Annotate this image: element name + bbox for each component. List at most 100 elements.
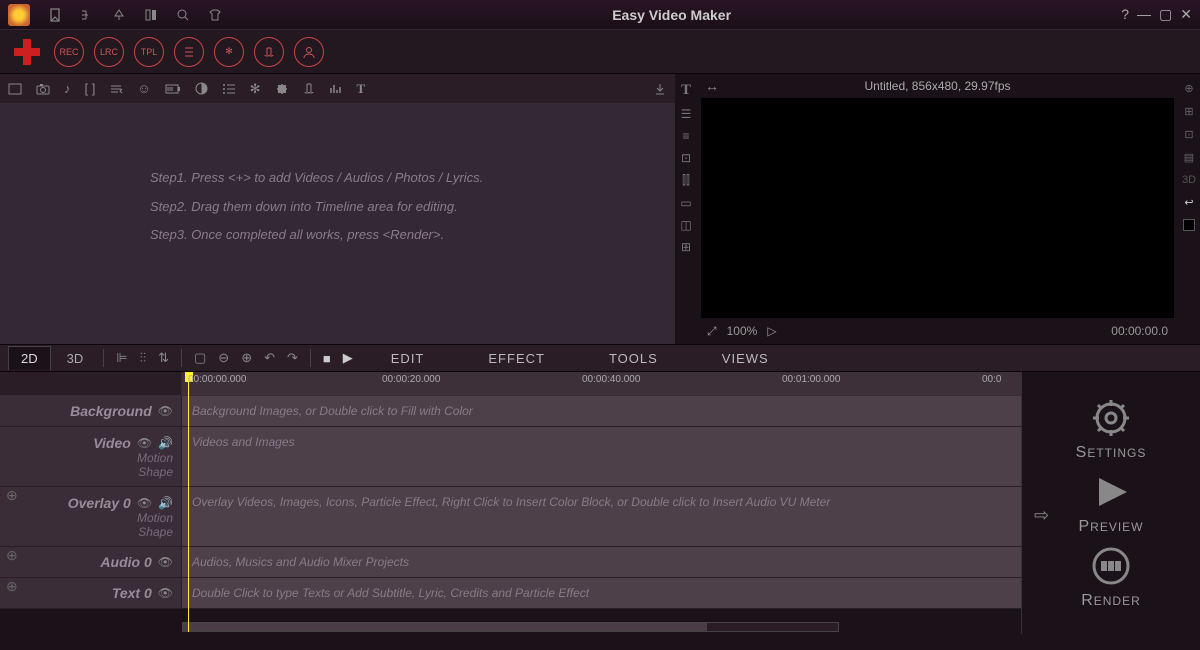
track-label[interactable]: Text 0👁: [0, 578, 182, 608]
text-tool-icon[interactable]: T: [681, 82, 691, 99]
track-label[interactable]: Background👁: [0, 396, 182, 426]
rect-icon[interactable]: [8, 83, 22, 95]
play-preview-button[interactable]: ▷: [767, 324, 776, 338]
stop-button[interactable]: ■: [319, 351, 335, 366]
expand-panel-icon[interactable]: ⇨: [1034, 505, 1049, 526]
brackets-icon[interactable]: [ ]: [85, 81, 96, 96]
track-label[interactable]: Overlay 0👁🔊 Motion Shape: [0, 487, 182, 546]
timeline-scrollbar[interactable]: [0, 620, 1021, 634]
grid-icon[interactable]: ⊞: [681, 240, 691, 254]
music2-icon[interactable]: [303, 82, 315, 96]
grid-view-icon[interactable]: ⫶⫶: [136, 350, 151, 366]
search-icon[interactable]: [176, 8, 190, 22]
speaker-icon[interactable]: 🔊: [158, 496, 173, 510]
add-track-icon[interactable]: ⊕: [6, 547, 18, 564]
up-icon[interactable]: [112, 8, 126, 22]
center-icon[interactable]: ⊡: [1184, 128, 1193, 141]
3d-toggle[interactable]: 3D: [1182, 174, 1196, 186]
camera-icon[interactable]: [36, 83, 50, 95]
media-bin[interactable]: Step1. Press <+> to add Videos / Audios …: [0, 104, 675, 344]
shirt-icon[interactable]: [208, 8, 222, 22]
settings-button[interactable]: SETTINGS: [1076, 396, 1147, 462]
preview-screen[interactable]: [701, 98, 1174, 318]
eye-icon[interactable]: 👁: [137, 496, 152, 510]
contrast-icon[interactable]: [195, 82, 208, 95]
eye-icon[interactable]: 👁: [158, 586, 173, 600]
add-track-icon[interactable]: ⊕: [6, 487, 18, 504]
track-label[interactable]: Audio 0👁: [0, 547, 182, 577]
music-button[interactable]: [254, 37, 284, 67]
fit-icon[interactable]: ▢: [190, 350, 210, 366]
render-button[interactable]: RENDER: [1081, 544, 1141, 610]
record-button[interactable]: REC: [54, 37, 84, 67]
track-content[interactable]: Audios, Musics and Audio Mixer Projects: [182, 547, 1021, 577]
download-icon[interactable]: [653, 82, 667, 96]
effect-button[interactable]: ✻: [214, 37, 244, 67]
ruler-mark: 00:00:00.000: [188, 374, 246, 385]
eye-icon[interactable]: 👁: [158, 404, 173, 418]
snap-icon[interactable]: ⊕: [1184, 82, 1193, 95]
menu-tools[interactable]: TOOLS: [579, 351, 688, 366]
smile-icon[interactable]: ☺: [137, 81, 150, 96]
lines-icon[interactable]: [109, 83, 123, 95]
eye-icon[interactable]: 👁: [158, 555, 173, 569]
grid2-icon[interactable]: ⊞: [1184, 105, 1193, 118]
zoom-in-icon[interactable]: ⊕: [237, 350, 256, 366]
speaker-icon[interactable]: 🔊: [158, 436, 173, 450]
scrollbar-thumb[interactable]: [183, 623, 707, 631]
tree-icon[interactable]: [80, 8, 94, 22]
add-track-icon[interactable]: ⊕: [6, 578, 18, 595]
preview-right-tools: ⊕ ⊞ ⊡ ▤ 3D ↩: [1178, 74, 1200, 344]
lyrics-button[interactable]: LRC: [94, 37, 124, 67]
menu-edit[interactable]: EDIT: [361, 351, 455, 366]
marquee-icon[interactable]: ◫: [680, 218, 691, 232]
menu-views[interactable]: VIEWS: [692, 351, 799, 366]
align-left-icon[interactable]: ⊫: [112, 350, 131, 366]
redo-icon[interactable]: ↷: [283, 350, 302, 366]
resize-icon[interactable]: ↔: [705, 78, 719, 94]
flower-icon[interactable]: ✻: [250, 81, 261, 97]
equalizer-icon[interactable]: [329, 83, 343, 95]
layers-icon[interactable]: ≡: [682, 129, 689, 143]
zoom-out-icon[interactable]: ⊖: [214, 350, 233, 366]
tab-3d[interactable]: 3D: [55, 347, 96, 370]
bookmark-icon[interactable]: [48, 8, 62, 22]
track-content[interactable]: Overlay Videos, Images, Icons, Particle …: [182, 487, 1021, 546]
add-media-button[interactable]: [10, 35, 44, 69]
crop-icon[interactable]: ⊡: [681, 151, 691, 165]
expand-icon[interactable]: ⤢: [707, 324, 717, 339]
menu-effect[interactable]: EFFECT: [458, 351, 575, 366]
help-button[interactable]: ?: [1121, 6, 1129, 23]
return-icon[interactable]: ↩: [1184, 196, 1193, 209]
battery-icon[interactable]: [165, 84, 181, 94]
close-button[interactable]: ✕: [1180, 6, 1192, 23]
preview-button[interactable]: PREVIEW: [1078, 470, 1143, 536]
tab-2d[interactable]: 2D: [8, 346, 51, 370]
user-button[interactable]: [294, 37, 324, 67]
track-content[interactable]: Double Click to type Texts or Add Subtit…: [182, 578, 1021, 608]
columns-icon[interactable]: [144, 8, 158, 22]
track-label[interactable]: Video👁🔊 Motion Shape: [0, 427, 182, 486]
align-icon[interactable]: ☰: [681, 107, 692, 121]
note-icon[interactable]: ♪: [64, 81, 71, 96]
list-button[interactable]: [174, 37, 204, 67]
template-button[interactable]: TPL: [134, 37, 164, 67]
puzzle-icon[interactable]: [275, 82, 289, 96]
timeline-ruler[interactable]: 00:00:00.000 00:00:20.000 00:00:40.000 0…: [0, 372, 1021, 396]
track-content[interactable]: Background Images, or Double click to Fi…: [182, 396, 1021, 426]
play-button[interactable]: ▶: [339, 350, 357, 366]
bars-icon[interactable]: ⫿⫿: [682, 173, 690, 188]
bullets-icon[interactable]: [222, 83, 236, 95]
action-panel: SETTINGS PREVIEW RENDER: [1022, 372, 1200, 634]
updown-icon[interactable]: ⇅: [154, 350, 173, 366]
track-content[interactable]: Videos and Images: [182, 427, 1021, 486]
select-icon[interactable]: ▭: [680, 196, 691, 210]
maximize-button[interactable]: ▢: [1159, 6, 1172, 23]
zoom-level[interactable]: 100%: [727, 324, 758, 338]
minimize-button[interactable]: —: [1137, 6, 1151, 23]
color-icon[interactable]: [1183, 219, 1195, 231]
text-icon[interactable]: T: [357, 81, 366, 97]
ratio-icon[interactable]: ▤: [1184, 151, 1194, 164]
undo-icon[interactable]: ↶: [260, 350, 279, 366]
eye-icon[interactable]: 👁: [137, 436, 152, 450]
